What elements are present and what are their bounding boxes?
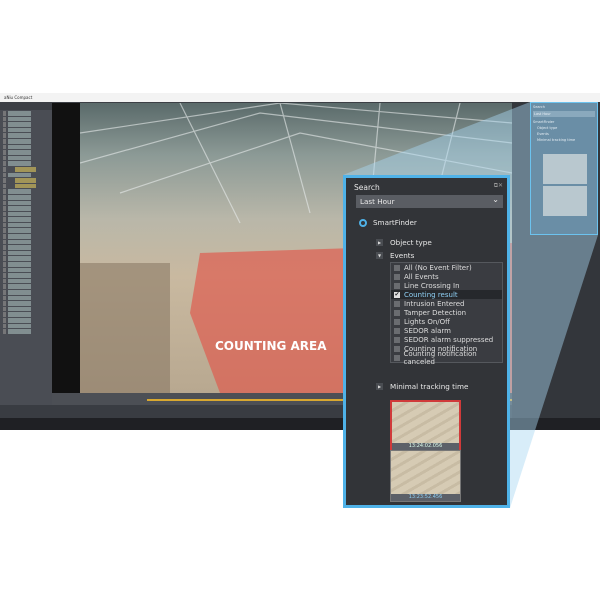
event-label: SEDOR alarm bbox=[404, 327, 451, 336]
object-type-expander[interactable]: ▶ Object type bbox=[376, 238, 432, 247]
minimal-tracking-label: Minimal tracking time bbox=[390, 382, 469, 391]
event-label: All (No Event Filter) bbox=[404, 263, 472, 272]
event-label: Lights On/Off bbox=[404, 318, 450, 327]
events-expander[interactable]: ▼ Events bbox=[376, 251, 414, 260]
camera-tree-sidebar[interactable] bbox=[0, 110, 52, 408]
object-type-label: Object type bbox=[390, 238, 432, 247]
windows-taskbar[interactable] bbox=[0, 418, 600, 430]
checkbox[interactable]: ✔ bbox=[394, 291, 400, 298]
event-item[interactable]: Counting notification canceled bbox=[391, 350, 502, 366]
search-title: Search bbox=[354, 183, 380, 192]
result-thumbnail[interactable]: 13:24:02.056 bbox=[390, 400, 461, 452]
mini-item: Events bbox=[537, 132, 549, 136]
collapse-icon: ▼ bbox=[376, 252, 383, 259]
event-label: Tamper Detection bbox=[404, 309, 467, 318]
event-item[interactable]: SEDOR alarm suppressed bbox=[391, 336, 502, 345]
checkbox[interactable] bbox=[394, 282, 400, 289]
event-item[interactable]: All Events bbox=[391, 272, 502, 281]
event-item[interactable]: SEDOR alarm bbox=[391, 327, 502, 336]
event-item[interactable]: Line Crossing In bbox=[391, 281, 502, 290]
pin-close-icon[interactable]: ⧉✕ bbox=[494, 182, 503, 190]
mini-item: Minimal tracking time bbox=[537, 138, 576, 142]
mini-search-panel: Search Last Hour SmartFinder Object type… bbox=[530, 102, 598, 235]
event-label: All Events bbox=[404, 272, 439, 281]
result-timestamp: 13:24:02.056 bbox=[392, 443, 459, 450]
time-range-value: Last Hour bbox=[360, 197, 395, 206]
mini-smartfinder: SmartFinder bbox=[533, 120, 555, 124]
checkbox[interactable] bbox=[394, 355, 400, 362]
checkbox[interactable] bbox=[394, 346, 400, 353]
event-label: Intrusion Entered bbox=[404, 299, 465, 308]
event-label: SEDOR alarm suppressed bbox=[404, 336, 494, 345]
mini-time-range: Last Hour bbox=[533, 111, 595, 117]
expand-icon: ▶ bbox=[376, 239, 383, 246]
window-titlebar: aNiu Compact bbox=[0, 93, 600, 102]
event-item[interactable]: Tamper Detection bbox=[391, 308, 502, 317]
event-label: Counting result bbox=[404, 290, 458, 299]
checkbox[interactable] bbox=[394, 300, 400, 307]
checkbox[interactable] bbox=[394, 319, 400, 326]
smartfinder-radio[interactable]: SmartFinder bbox=[359, 218, 417, 227]
event-item[interactable]: All (No Event Filter) bbox=[391, 263, 502, 272]
checkbox[interactable] bbox=[394, 328, 400, 335]
event-label: Line Crossing In bbox=[404, 281, 460, 290]
checkbox[interactable] bbox=[394, 264, 400, 271]
event-item[interactable]: Intrusion Entered bbox=[391, 299, 502, 308]
mini-item: Object type bbox=[537, 126, 558, 130]
event-item[interactable]: Lights On/Off bbox=[391, 318, 502, 327]
counting-area-label: COUNTING AREA bbox=[215, 339, 327, 353]
expand-icon: ▶ bbox=[376, 383, 383, 390]
events-list[interactable]: All (No Event Filter) All Events Line Cros… bbox=[390, 262, 503, 366]
smartfinder-label: SmartFinder bbox=[373, 218, 417, 227]
minimal-tracking-expander[interactable]: ▶ Minimal tracking time bbox=[376, 382, 468, 391]
events-label: Events bbox=[390, 251, 415, 260]
event-label: Counting notification canceled bbox=[403, 350, 477, 367]
window-title: aNiu Compact bbox=[4, 95, 33, 100]
search-panel: Search ⧉✕ Last Hour ⌄ SmartFinder ▶ Object… bbox=[343, 175, 510, 508]
checkbox[interactable] bbox=[394, 273, 400, 280]
checkbox[interactable] bbox=[394, 310, 400, 317]
chevron-down-icon: ⌄ bbox=[492, 195, 499, 204]
time-range-dropdown[interactable]: Last Hour ⌄ bbox=[356, 195, 503, 208]
event-item[interactable]: ✔ Counting result bbox=[391, 290, 502, 300]
result-thumbnail[interactable]: 13:23:52.456 bbox=[390, 450, 461, 502]
mini-search-title: Search bbox=[533, 105, 546, 109]
checkbox[interactable] bbox=[394, 337, 400, 344]
radio-icon bbox=[359, 218, 367, 227]
result-timestamp: 13:23:52.456 bbox=[391, 494, 460, 501]
